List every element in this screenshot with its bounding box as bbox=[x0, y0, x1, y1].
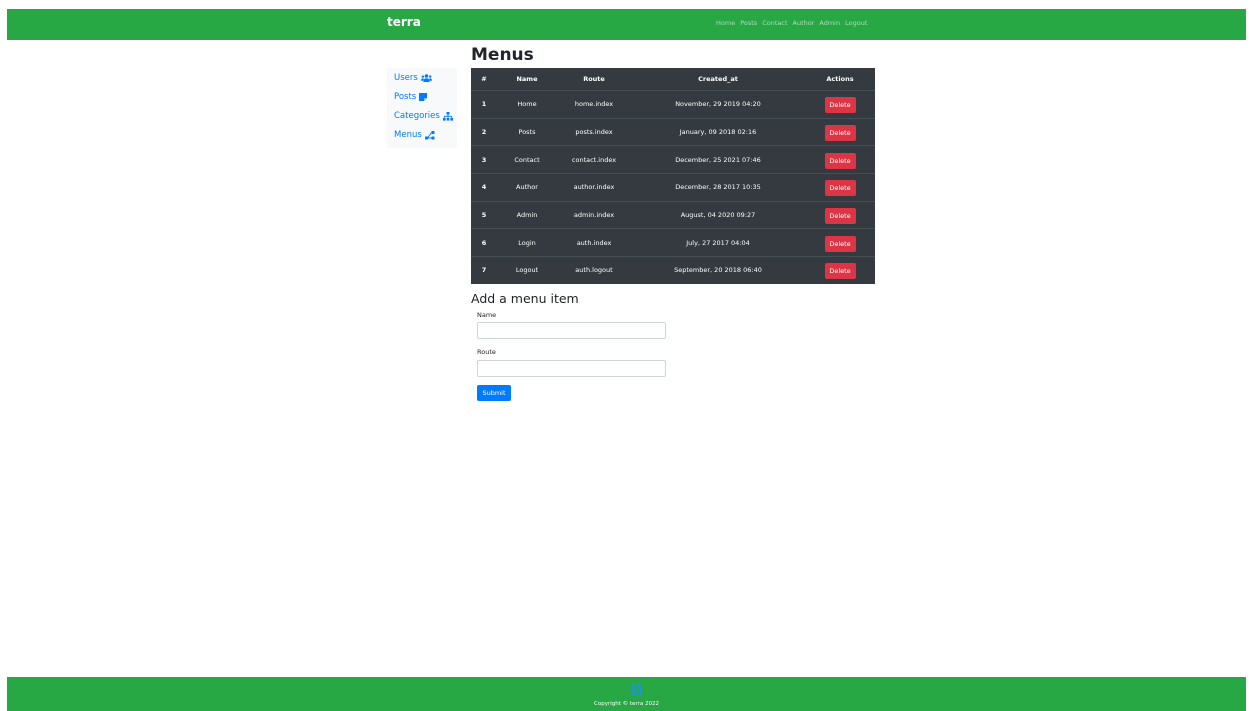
delete-button[interactable]: Delete bbox=[824, 125, 856, 142]
submit-button[interactable]: Submit bbox=[477, 385, 511, 401]
cell-id: 6 bbox=[471, 228, 497, 257]
cell-id: 4 bbox=[471, 173, 497, 202]
table-header-row: # Name Route Created_at Actions bbox=[471, 68, 875, 91]
route-input[interactable] bbox=[477, 360, 666, 377]
nav-links: Home Posts Contact Author Admin Logout bbox=[716, 19, 867, 27]
table-row: 2 Posts posts.index January, 09 2018 02:… bbox=[471, 117, 875, 146]
cell-route: auth.index bbox=[557, 228, 631, 257]
sidebar-item-label: Users bbox=[394, 73, 418, 83]
column-header-actions: Actions bbox=[805, 68, 875, 91]
cell-actions: Delete bbox=[805, 173, 875, 202]
cell-actions: Delete bbox=[805, 117, 875, 146]
top-navbar: terra Home Posts Contact Author Admin Lo… bbox=[7, 9, 1246, 40]
nav-link-posts[interactable]: Posts bbox=[740, 19, 757, 27]
cell-created-at: July, 27 2017 04:04 bbox=[631, 228, 805, 257]
cell-actions: Delete bbox=[805, 145, 875, 174]
cell-id: 3 bbox=[471, 145, 497, 174]
users-icon bbox=[420, 74, 432, 82]
table-row: 3 Contact contact.index December, 25 202… bbox=[471, 145, 875, 174]
cell-name: Home bbox=[497, 90, 557, 119]
table-row: 7 Logout auth.logout September, 20 2018 … bbox=[471, 256, 875, 284]
name-input[interactable] bbox=[477, 322, 666, 339]
delete-button[interactable]: Delete bbox=[824, 235, 856, 252]
sidebar-item-posts[interactable]: Posts bbox=[394, 92, 428, 102]
menu-tree-icon bbox=[424, 130, 435, 139]
cell-id: 5 bbox=[471, 200, 497, 229]
page-title: Menus bbox=[471, 45, 534, 65]
cell-created-at: September, 20 2018 06:40 bbox=[631, 256, 805, 284]
cell-name: Author bbox=[497, 173, 557, 202]
sidebar: Users Posts Categories Menus bbox=[387, 68, 457, 148]
column-header-id: # bbox=[471, 68, 497, 91]
cell-actions: Delete bbox=[805, 90, 875, 119]
cell-name: Login bbox=[497, 228, 557, 257]
cell-name: Posts bbox=[497, 117, 557, 146]
cell-name: Admin bbox=[497, 200, 557, 229]
file-icon bbox=[632, 683, 641, 695]
column-header-name: Name bbox=[497, 68, 557, 91]
table-row: 5 Admin admin.index August, 04 2020 09:2… bbox=[471, 200, 875, 229]
menus-table: # Name Route Created_at Actions 1 Home h… bbox=[471, 68, 875, 284]
sidebar-item-categories[interactable]: Categories bbox=[394, 111, 453, 121]
cell-created-at: December, 25 2021 07:46 bbox=[631, 145, 805, 174]
page: terra Home Posts Contact Author Admin Lo… bbox=[0, 0, 1253, 711]
cell-name: Contact bbox=[497, 145, 557, 174]
sidebar-item-menus[interactable]: Menus bbox=[394, 130, 435, 140]
cell-actions: Delete bbox=[805, 228, 875, 257]
delete-button[interactable]: Delete bbox=[824, 152, 856, 169]
cell-route: author.index bbox=[557, 173, 631, 202]
footer: Copyright © terra 2022 bbox=[7, 677, 1246, 711]
cell-id: 1 bbox=[471, 90, 497, 119]
nav-link-logout[interactable]: Logout bbox=[845, 19, 867, 27]
nav-link-admin[interactable]: Admin bbox=[819, 19, 840, 27]
cell-route: posts.index bbox=[557, 117, 631, 146]
delete-button[interactable]: Delete bbox=[824, 208, 856, 225]
nav-link-author[interactable]: Author bbox=[793, 19, 815, 27]
cell-actions: Delete bbox=[805, 256, 875, 284]
sidebar-item-label: Categories bbox=[394, 111, 440, 121]
brand-link[interactable]: terra bbox=[387, 15, 421, 29]
cell-id: 2 bbox=[471, 117, 497, 146]
nav-link-home[interactable]: Home bbox=[716, 19, 735, 27]
sidebar-item-label: Menus bbox=[394, 130, 422, 140]
form-title: Add a menu item bbox=[471, 291, 579, 306]
cell-created-at: August, 04 2020 09:27 bbox=[631, 200, 805, 229]
cell-route: auth.logout bbox=[557, 256, 631, 284]
copyright-text: Copyright © terra 2022 bbox=[594, 701, 659, 707]
cell-id: 7 bbox=[471, 256, 497, 284]
cell-route: home.index bbox=[557, 90, 631, 119]
route-label: Route bbox=[477, 348, 496, 356]
delete-button[interactable]: Delete bbox=[824, 263, 856, 280]
cell-route: admin.index bbox=[557, 200, 631, 229]
sidebar-item-users[interactable]: Users bbox=[394, 73, 432, 83]
cell-created-at: January, 09 2018 02:16 bbox=[631, 117, 805, 146]
name-label: Name bbox=[477, 311, 497, 319]
column-header-route: Route bbox=[557, 68, 631, 91]
table-row: 6 Login auth.index July, 27 2017 04:04 D… bbox=[471, 228, 875, 257]
cell-created-at: November, 29 2019 04:20 bbox=[631, 90, 805, 119]
table-row: 4 Author author.index December, 28 2017 … bbox=[471, 173, 875, 202]
cell-name: Logout bbox=[497, 256, 557, 284]
cell-route: contact.index bbox=[557, 145, 631, 174]
cell-created-at: December, 28 2017 10:35 bbox=[631, 173, 805, 202]
sidebar-item-label: Posts bbox=[394, 92, 417, 102]
delete-button[interactable]: Delete bbox=[824, 97, 856, 114]
sitemap-icon bbox=[442, 111, 453, 121]
menus-table-grid: # Name Route Created_at Actions 1 Home h… bbox=[471, 68, 875, 284]
cell-actions: Delete bbox=[805, 200, 875, 229]
sticky-note-icon bbox=[419, 93, 428, 101]
delete-button[interactable]: Delete bbox=[824, 180, 856, 197]
nav-link-contact[interactable]: Contact bbox=[762, 19, 787, 27]
table-row: 1 Home home.index November, 29 2019 04:2… bbox=[471, 90, 875, 119]
column-header-created-at: Created_at bbox=[631, 68, 805, 91]
